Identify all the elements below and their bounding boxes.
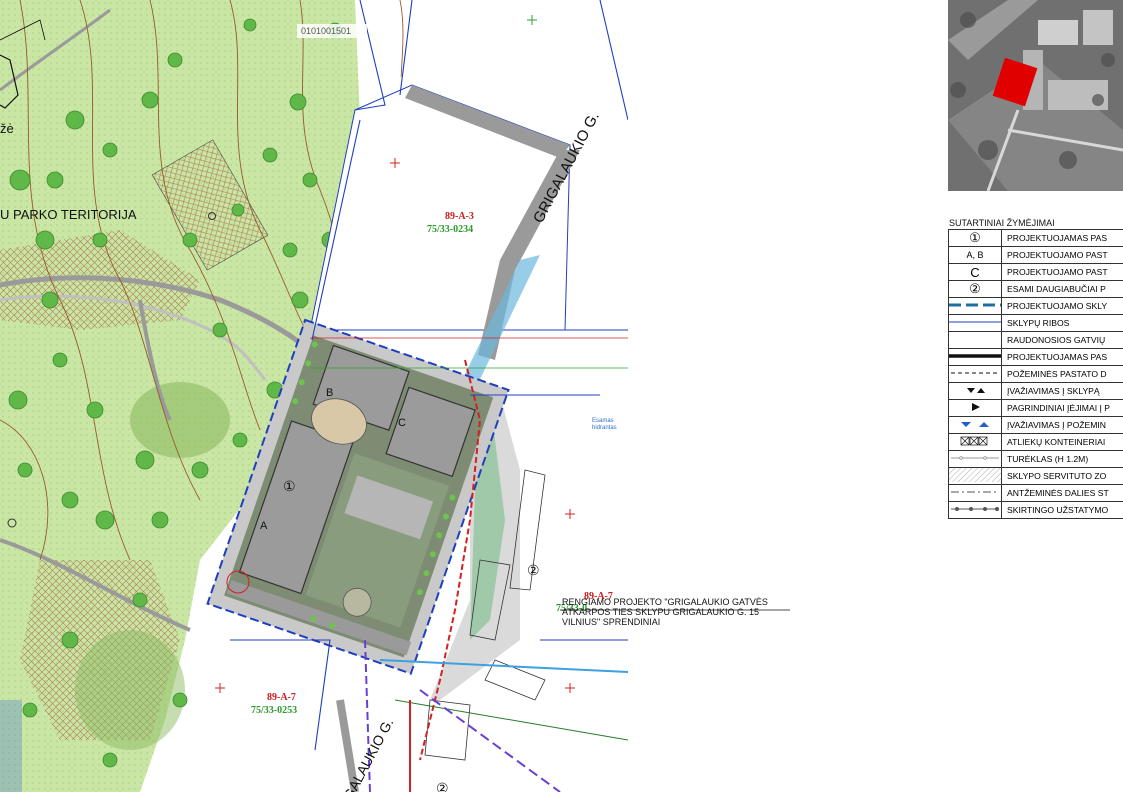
legend-table: ① PROJEKTUOJAMAS PAS A, B PROJEKTUOJAMO PAS… [948, 229, 1123, 519]
park-partial-label: žė [0, 121, 14, 136]
legend-label: PROJEKTUOJAMO PAST [1001, 263, 1123, 281]
building-c-label: C [398, 417, 406, 429]
legend-label: POŽEMINĖS PASTATO D [1001, 365, 1123, 383]
project-note-line3: VILNIUS" SPRENDINIAI [562, 617, 661, 627]
legend-row: POŽEMINĖS PASTATO D [948, 365, 1123, 383]
legend-label: PROJEKTUOJAMO SKLY [1001, 297, 1123, 315]
legend-row: ĮVAŽIAVIMAS Į SKLYPĄ [948, 382, 1123, 400]
legend-symbol [948, 399, 1002, 417]
legend-symbol [948, 331, 1002, 349]
circle-1-label: ① [283, 478, 296, 494]
park-territory-label: U PARKO TERITORIJA [0, 207, 137, 222]
legend-label: PROJEKTUOJAMAS PAS [1001, 229, 1123, 247]
note-leader-line [560, 609, 790, 611]
legend-label: ESAMI DAUGIABUČIAI P [1001, 280, 1123, 298]
legend-symbol [948, 450, 1002, 468]
legend-symbol [948, 314, 1002, 332]
legend-row: ② ESAMI DAUGIABUČIAI P [948, 280, 1123, 298]
location-aerial-photo [948, 0, 1123, 191]
legend-row: SKLYPO SERVITUTO ZO [948, 467, 1123, 485]
building-a-label: A [260, 520, 268, 532]
legend-label: ĮVAŽIAVIMAS Į POŽEMIN [1001, 416, 1123, 434]
legend-label: PAGRINDINIAI ĮĖJIMAI Į P [1001, 399, 1123, 417]
legend-symbol [948, 433, 1002, 451]
legend-symbol [948, 501, 1002, 519]
legend-label: ANTŽEMINĖS DALIES ST [1001, 484, 1123, 502]
circle-2-bottom-label: ② [436, 780, 449, 792]
legend-row: ATLIEKŲ KONTEINERIAI [948, 433, 1123, 451]
legend-row: PAGRINDINIAI ĮĖJIMAI Į P [948, 399, 1123, 417]
parcel-89-a-3-cadastral: 75/33-0234 [427, 224, 474, 235]
legend-row: PROJEKTUOJAMO SKLY [948, 297, 1123, 315]
legend-label: TURĖKLAS (H 1.2M) [1001, 450, 1123, 468]
site-plan-drawing [0, 0, 628, 792]
legend-row: SKIRTINGO UŽSTATYMO [948, 501, 1123, 519]
parcel-89-a-7-cadastral: 75/33-0253 [251, 705, 298, 716]
legend-row: ĮVAŽIAVIMAS Į POŽEMIN [948, 416, 1123, 434]
legend-row: TURĖKLAS (H 1.2M) [948, 450, 1123, 468]
building-b-label: B [326, 387, 334, 399]
legend-symbol: ① [948, 229, 1002, 247]
legend-label: SKIRTINGO UŽSTATYMO [1001, 501, 1123, 519]
legend-symbol: C [948, 263, 1002, 281]
legend-label: SKLYPŲ RIBOS [1001, 314, 1123, 332]
parcel-89-a-3-code: 89-A-3 [445, 211, 474, 222]
legend-symbol [948, 484, 1002, 502]
legend-title: SUTARTINIAI ŽYMĖJIMAI [949, 218, 1055, 228]
legend-row: RAUDONOSIOS GATVIŲ [948, 331, 1123, 349]
legend-row: ① PROJEKTUOJAMAS PAS [948, 229, 1123, 247]
esamas-hidrantas-label: Esamas hidrantas [592, 418, 617, 431]
legend-symbol [948, 297, 1002, 315]
legend-symbol: A, B [948, 246, 1002, 264]
legend-symbol [948, 348, 1002, 366]
legend-symbol: ② [948, 280, 1002, 298]
site-plan-map: 0101001501 žė U PARKO TERITORIJA 89-A-3 … [0, 0, 628, 792]
legend-label: RAUDONOSIOS GATVIŲ [1001, 331, 1123, 349]
legend-label: ATLIEKŲ KONTEINERIAI [1001, 433, 1123, 451]
legend-label: PROJEKTUOJAMO PAST [1001, 246, 1123, 264]
legend-symbol [948, 365, 1002, 383]
legend-row: C PROJEKTUOJAMO PAST [948, 263, 1123, 281]
legend-label: ĮVAŽIAVIMAS Į SKLYPĄ [1001, 382, 1123, 400]
legend-symbol [948, 382, 1002, 400]
legend-label: SKLYPO SERVITUTO ZO [1001, 467, 1123, 485]
legend-row: PROJEKTUOJAMAS PAS [948, 348, 1123, 366]
legend-row: A, B PROJEKTUOJAMO PAST [948, 246, 1123, 264]
parcel-top-id: 0101001501 [301, 26, 352, 36]
legend-symbol [948, 467, 1002, 485]
parcel-89-a-7-code: 89-A-7 [267, 692, 296, 703]
legend-row: ANTŽEMINĖS DALIES ST [948, 484, 1123, 502]
legend: SUTARTINIAI ŽYMĖJIMAI ① PROJEKTUOJAMAS PA… [948, 217, 1123, 519]
legend-symbol [948, 416, 1002, 434]
circle-2-label: ② [527, 562, 540, 578]
aerial-photo-drawing [948, 0, 1123, 191]
legend-label: PROJEKTUOJAMAS PAS [1001, 348, 1123, 366]
legend-row: SKLYPŲ RIBOS [948, 314, 1123, 332]
